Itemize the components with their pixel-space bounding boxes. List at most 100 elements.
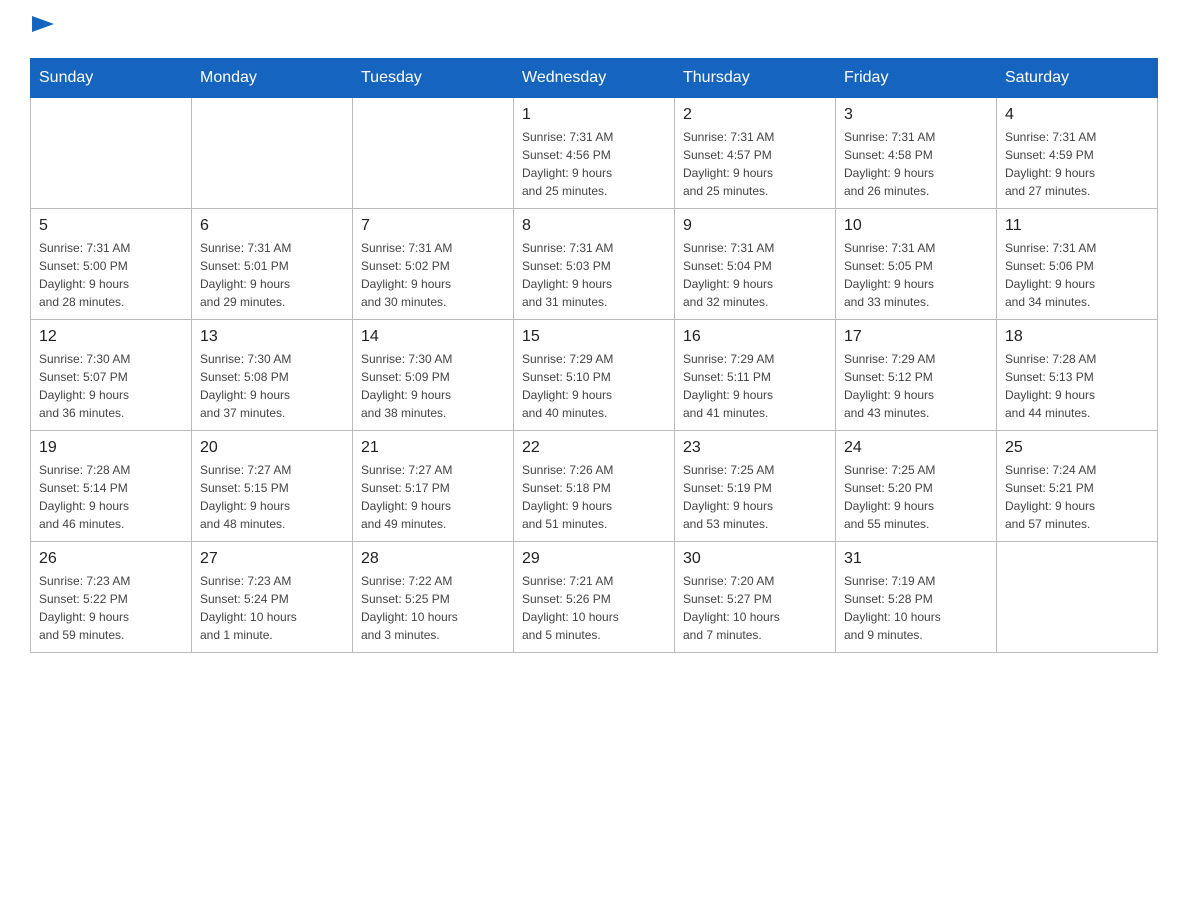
day-info: Sunrise: 7:31 AM Sunset: 5:02 PM Dayligh… [361,239,505,311]
day-cell: 26 Sunrise: 7:23 AM Sunset: 5:22 PM Dayli… [31,542,192,653]
day-number: 11 [1005,217,1149,235]
day-cell: 7 Sunrise: 7:31 AM Sunset: 5:02 PM Daylig… [353,209,514,320]
week-row-3: 12 Sunrise: 7:30 AM Sunset: 5:07 PM Dayli… [31,320,1158,431]
day-number: 22 [522,439,666,457]
day-info: Sunrise: 7:26 AM Sunset: 5:18 PM Dayligh… [522,461,666,533]
day-number: 20 [200,439,344,457]
day-cell: 4 Sunrise: 7:31 AM Sunset: 4:59 PM Daylig… [997,98,1158,209]
header-cell-wednesday: Wednesday [514,59,675,98]
header-cell-tuesday: Tuesday [353,59,514,98]
day-number: 31 [844,550,988,568]
day-number: 25 [1005,439,1149,457]
header-cell-sunday: Sunday [31,59,192,98]
day-number: 12 [39,328,183,346]
day-cell: 6Sunrise: 7:31 AM Sunset: 5:01 PM Daylig… [192,209,353,320]
day-number: 6 [200,217,344,235]
logo-block [30,20,54,38]
day-cell: 13Sunrise: 7:30 AM Sunset: 5:08 PM Dayli… [192,320,353,431]
day-cell: 12 Sunrise: 7:30 AM Sunset: 5:07 PM Dayli… [31,320,192,431]
day-cell: 25 Sunrise: 7:24 AM Sunset: 5:21 PM Dayli… [997,431,1158,542]
week-row-5: 26 Sunrise: 7:23 AM Sunset: 5:22 PM Dayli… [31,542,1158,653]
day-cell: 16 Sunrise: 7:29 AM Sunset: 5:11 PM Dayli… [675,320,836,431]
day-cell: 2Sunrise: 7:31 AM Sunset: 4:57 PM Daylig… [675,98,836,209]
day-number: 4 [1005,106,1149,124]
day-cell: 11 Sunrise: 7:31 AM Sunset: 5:06 PM Dayli… [997,209,1158,320]
day-number: 30 [683,550,827,568]
day-cell: 19 Sunrise: 7:28 AM Sunset: 5:14 PM Dayli… [31,431,192,542]
day-number: 23 [683,439,827,457]
calendar-body: 1Sunrise: 7:31 AM Sunset: 4:56 PM Daylig… [31,98,1158,653]
day-info: Sunrise: 7:25 AM Sunset: 5:19 PM Dayligh… [683,461,827,533]
day-info: Sunrise: 7:24 AM Sunset: 5:21 PM Dayligh… [1005,461,1149,533]
day-cell: 28Sunrise: 7:22 AM Sunset: 5:25 PM Dayli… [353,542,514,653]
day-number: 5 [39,217,183,235]
day-number: 21 [361,439,505,457]
day-cell: 21Sunrise: 7:27 AM Sunset: 5:17 PM Dayli… [353,431,514,542]
day-info: Sunrise: 7:19 AM Sunset: 5:28 PM Dayligh… [844,572,988,644]
day-number: 13 [200,328,344,346]
day-cell: 1Sunrise: 7:31 AM Sunset: 4:56 PM Daylig… [514,98,675,209]
day-info: Sunrise: 7:23 AM Sunset: 5:22 PM Dayligh… [39,572,183,644]
week-row-1: 1Sunrise: 7:31 AM Sunset: 4:56 PM Daylig… [31,98,1158,209]
day-cell: 24 Sunrise: 7:25 AM Sunset: 5:20 PM Dayli… [836,431,997,542]
day-number: 24 [844,439,988,457]
header-cell-thursday: Thursday [675,59,836,98]
day-number: 8 [522,217,666,235]
header-cell-saturday: Saturday [997,59,1158,98]
page-header [30,20,1158,38]
day-info: Sunrise: 7:28 AM Sunset: 5:13 PM Dayligh… [1005,350,1149,422]
logo-flag-icon [32,16,54,38]
day-cell [997,542,1158,653]
day-info: Sunrise: 7:31 AM Sunset: 5:03 PM Dayligh… [522,239,666,311]
day-number: 28 [361,550,505,568]
day-number: 29 [522,550,666,568]
day-cell: 18Sunrise: 7:28 AM Sunset: 5:13 PM Dayli… [997,320,1158,431]
header-row: SundayMondayTuesdayWednesdayThursdayFrid… [31,59,1158,98]
day-cell: 20 Sunrise: 7:27 AM Sunset: 5:15 PM Dayli… [192,431,353,542]
day-info: Sunrise: 7:31 AM Sunset: 4:58 PM Dayligh… [844,128,988,200]
day-info: Sunrise: 7:25 AM Sunset: 5:20 PM Dayligh… [844,461,988,533]
day-info: Sunrise: 7:20 AM Sunset: 5:27 PM Dayligh… [683,572,827,644]
day-cell [192,98,353,209]
day-info: Sunrise: 7:27 AM Sunset: 5:15 PM Dayligh… [200,461,344,533]
day-cell: 10Sunrise: 7:31 AM Sunset: 5:05 PM Dayli… [836,209,997,320]
day-info: Sunrise: 7:31 AM Sunset: 5:00 PM Dayligh… [39,239,183,311]
calendar-table: SundayMondayTuesdayWednesdayThursdayFrid… [30,58,1158,653]
day-cell: 23 Sunrise: 7:25 AM Sunset: 5:19 PM Dayli… [675,431,836,542]
day-number: 19 [39,439,183,457]
day-info: Sunrise: 7:31 AM Sunset: 4:56 PM Dayligh… [522,128,666,200]
day-info: Sunrise: 7:21 AM Sunset: 5:26 PM Dayligh… [522,572,666,644]
day-number: 16 [683,328,827,346]
day-number: 15 [522,328,666,346]
day-cell: 31 Sunrise: 7:19 AM Sunset: 5:28 PM Dayli… [836,542,997,653]
day-cell [353,98,514,209]
day-number: 2 [683,106,827,124]
day-info: Sunrise: 7:23 AM Sunset: 5:24 PM Dayligh… [200,572,344,644]
day-cell: 3Sunrise: 7:31 AM Sunset: 4:58 PM Daylig… [836,98,997,209]
day-info: Sunrise: 7:31 AM Sunset: 5:05 PM Dayligh… [844,239,988,311]
day-info: Sunrise: 7:29 AM Sunset: 5:10 PM Dayligh… [522,350,666,422]
day-info: Sunrise: 7:30 AM Sunset: 5:07 PM Dayligh… [39,350,183,422]
day-number: 17 [844,328,988,346]
day-number: 7 [361,217,505,235]
day-cell: 9 Sunrise: 7:31 AM Sunset: 5:04 PM Daylig… [675,209,836,320]
day-info: Sunrise: 7:29 AM Sunset: 5:12 PM Dayligh… [844,350,988,422]
day-cell: 14 Sunrise: 7:30 AM Sunset: 5:09 PM Dayli… [353,320,514,431]
day-number: 26 [39,550,183,568]
day-info: Sunrise: 7:29 AM Sunset: 5:11 PM Dayligh… [683,350,827,422]
day-info: Sunrise: 7:31 AM Sunset: 5:06 PM Dayligh… [1005,239,1149,311]
day-cell: 22 Sunrise: 7:26 AM Sunset: 5:18 PM Dayli… [514,431,675,542]
day-info: Sunrise: 7:28 AM Sunset: 5:14 PM Dayligh… [39,461,183,533]
calendar-header: SundayMondayTuesdayWednesdayThursdayFrid… [31,59,1158,98]
day-info: Sunrise: 7:31 AM Sunset: 5:04 PM Dayligh… [683,239,827,311]
day-info: Sunrise: 7:31 AM Sunset: 4:59 PM Dayligh… [1005,128,1149,200]
day-cell: 30 Sunrise: 7:20 AM Sunset: 5:27 PM Dayli… [675,542,836,653]
day-cell: 8 Sunrise: 7:31 AM Sunset: 5:03 PM Daylig… [514,209,675,320]
day-number: 9 [683,217,827,235]
day-cell: 15 Sunrise: 7:29 AM Sunset: 5:10 PM Dayli… [514,320,675,431]
day-number: 27 [200,550,344,568]
logo [30,20,54,38]
day-number: 14 [361,328,505,346]
day-info: Sunrise: 7:30 AM Sunset: 5:09 PM Dayligh… [361,350,505,422]
day-cell [31,98,192,209]
